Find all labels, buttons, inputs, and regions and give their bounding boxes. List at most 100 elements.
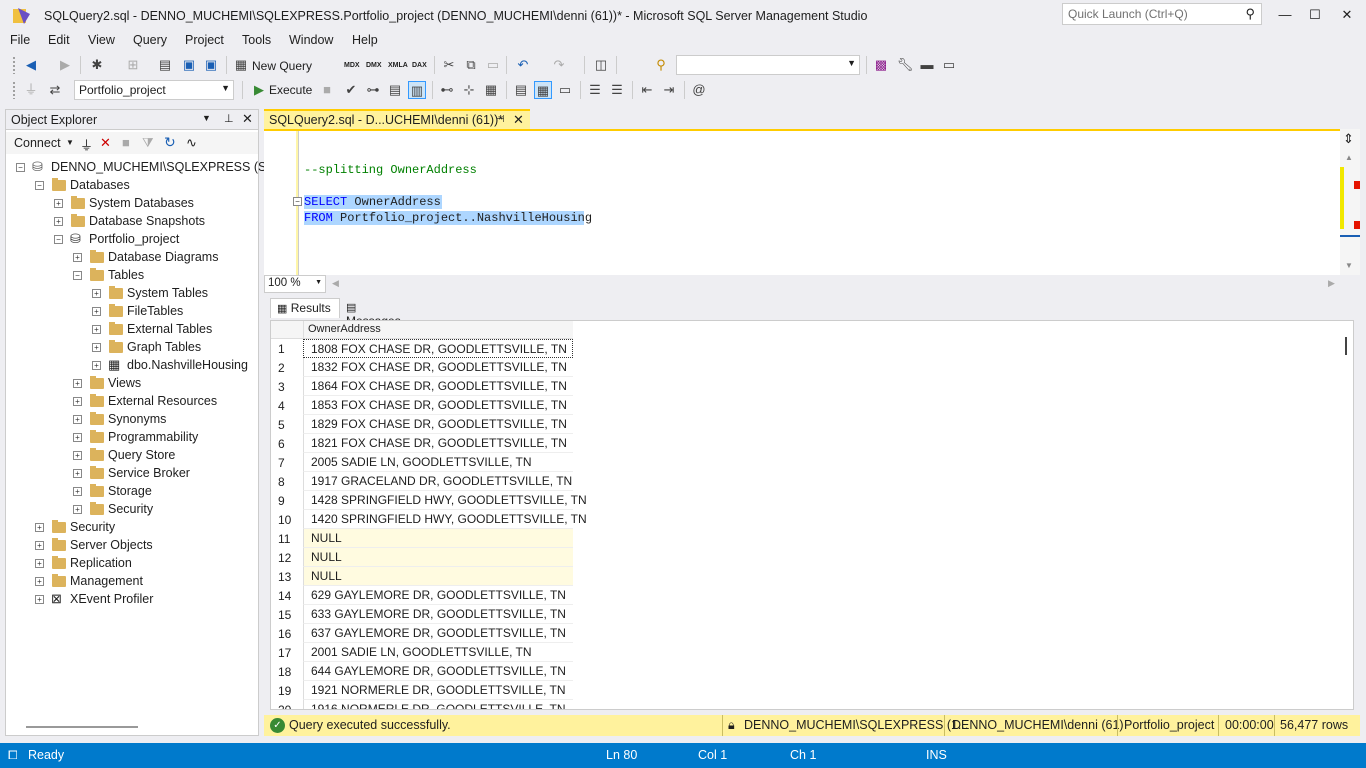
grid-cell-owneraddress[interactable]: 1808 FOX CHASE DR, GOODLETTSVILLE, TN: [303, 339, 573, 358]
find-icon[interactable]: ⚲: [652, 56, 670, 74]
tab-results[interactable]: ▦ Results: [270, 298, 340, 318]
specify-values-icon[interactable]: @: [690, 81, 708, 99]
connect-button[interactable]: Connect: [14, 136, 61, 150]
tree-node-filetables[interactable]: + FileTables: [6, 302, 258, 320]
tree-node-denno-muchemi-sqlexpress-sql[interactable]: − ⛁ DENNO_MUCHEMI\SQLEXPRESS (SQL: [6, 158, 283, 176]
tree-node-tables[interactable]: − Tables: [6, 266, 258, 284]
grid-cell-owneraddress[interactable]: 1829 FOX CHASE DR, GOODLETTSVILLE, TN: [303, 415, 573, 434]
solution-explorer-icon[interactable]: ▩: [872, 56, 890, 74]
mdx-query-button[interactable]: MDX: [344, 62, 360, 69]
grid-cell-owneraddress[interactable]: 644 GAYLEMORE DR, GOODLETTSVILLE, TN: [303, 662, 573, 681]
close-panel-icon[interactable]: ✕: [242, 111, 253, 127]
table-row[interactable]: 5 1829 FOX CHASE DR, GOODLETTSVILLE, TN: [271, 415, 573, 434]
tree-node-query-store[interactable]: + Query Store: [6, 446, 258, 464]
table-row[interactable]: 6 1821 FOX CHASE DR, GOODLETTSVILLE, TN: [271, 434, 573, 453]
cancel-query-icon[interactable]: ■: [318, 81, 336, 99]
grid-cell-owneraddress[interactable]: 1917 GRACELAND DR, GOODLETTSVILLE, TN: [303, 472, 573, 491]
sql-editor[interactable]: --splitting OwnerAddress − SELECT OwnerA…: [264, 129, 1360, 277]
menu-tools[interactable]: Tools: [242, 33, 271, 47]
menu-window[interactable]: Window: [289, 33, 333, 47]
menu-help[interactable]: Help: [352, 33, 378, 47]
filter-icon[interactable]: ⧩: [142, 135, 154, 151]
quick-launch-input[interactable]: Quick Launch (Ctrl+Q) ⚲: [1062, 3, 1262, 25]
grid-vertical-scrollbar-thumb[interactable]: [1345, 337, 1347, 355]
grid-cell-owneraddress[interactable]: 1864 FOX CHASE DR, GOODLETTSVILLE, TN: [303, 377, 573, 396]
expand-icon[interactable]: +: [35, 595, 44, 604]
table-row[interactable]: 14 629 GAYLEMORE DR, GOODLETTSVILLE, TN: [271, 586, 573, 605]
command-window-icon[interactable]: ▭: [940, 56, 958, 74]
properties-wrench-icon[interactable]: 🔧︎: [896, 56, 914, 74]
expand-icon[interactable]: +: [35, 559, 44, 568]
expand-icon[interactable]: +: [92, 343, 101, 352]
table-row[interactable]: 12 NULL: [271, 548, 573, 567]
table-row[interactable]: 11 NULL: [271, 529, 573, 548]
increase-indent-icon[interactable]: ⇥: [660, 81, 678, 99]
collapse-icon[interactable]: −: [16, 163, 25, 172]
copy-icon[interactable]: ⧉: [462, 56, 480, 74]
disconnect-icon[interactable]: ✕: [100, 135, 111, 151]
table-row[interactable]: 8 1917 GRACELAND DR, GOODLETTSVILLE, TN: [271, 472, 573, 491]
execute-button[interactable]: Execute: [269, 83, 312, 97]
tree-node-dbo-nashvillehousing[interactable]: + ▦ dbo.NashvilleHousing: [6, 356, 258, 374]
close-tab-icon[interactable]: ✕: [513, 112, 524, 128]
save-all-icon[interactable]: ▣: [202, 56, 220, 74]
tree-node-portfolio-project[interactable]: − ⛁ Portfolio_project: [6, 230, 258, 248]
actual-plan-icon[interactable]: ⊷: [438, 81, 456, 99]
intellisense-icon[interactable]: ▥: [408, 81, 426, 99]
tab-messages[interactable]: ▤ Messages: [340, 298, 418, 328]
tree-node-security[interactable]: + Security: [6, 518, 258, 536]
expand-icon[interactable]: +: [92, 307, 101, 316]
table-row[interactable]: 9 1428 SPRINGFIELD HWY, GOODLETTSVILLE, T…: [271, 491, 587, 510]
table-row[interactable]: 19 1921 NORMERLE DR, GOODLETTSVILLE, TN: [271, 681, 573, 700]
expand-icon[interactable]: +: [73, 505, 82, 514]
grid-cell-owneraddress[interactable]: 1832 FOX CHASE DR, GOODLETTSVILLE, TN: [303, 358, 573, 377]
grid-cell-owneraddress[interactable]: 637 GAYLEMORE DR, GOODLETTSVILLE, TN: [303, 624, 573, 643]
grid-cell-owneraddress[interactable]: 1916 NORMERLE DR, GOODLETTSVILLE, TN: [303, 700, 573, 709]
dax-query-button[interactable]: DAX: [412, 62, 427, 69]
table-row[interactable]: 16 637 GAYLEMORE DR, GOODLETTSVILLE, TN: [271, 624, 573, 643]
new-query-icon[interactable]: ▦: [232, 56, 250, 74]
grid-cell-owneraddress[interactable]: 1428 SPRINGFIELD HWY, GOODLETTSVILLE, TN: [303, 491, 587, 510]
comment-lines-icon[interactable]: ☰: [586, 81, 604, 99]
collapse-icon[interactable]: −: [73, 271, 82, 280]
forward-icon[interactable]: ▶: [56, 56, 74, 74]
column-header-owneraddress[interactable]: OwnerAddress: [303, 321, 573, 339]
parse-check-icon[interactable]: ✔: [342, 81, 360, 99]
connect-icon[interactable]: ⏚: [22, 81, 40, 99]
table-row[interactable]: 3 1864 FOX CHASE DR, GOODLETTSVILLE, TN: [271, 377, 573, 396]
tree-node-storage[interactable]: + Storage: [6, 482, 258, 500]
grid-cell-owneraddress[interactable]: NULL: [303, 567, 573, 586]
tree-node-database-snapshots[interactable]: + Database Snapshots: [6, 212, 258, 230]
paste-icon[interactable]: ▭: [484, 56, 502, 74]
new-query-button[interactable]: New Query: [252, 59, 312, 73]
tree-node-external-tables[interactable]: + External Tables: [6, 320, 258, 338]
tree-node-databases[interactable]: − Databases: [6, 176, 258, 194]
expand-icon[interactable]: +: [92, 289, 101, 298]
table-row[interactable]: 1 1808 FOX CHASE DR, GOODLETTSVILLE, TN: [271, 339, 573, 358]
expand-icon[interactable]: +: [92, 325, 101, 334]
expand-icon[interactable]: +: [35, 577, 44, 586]
toolbox-icon[interactable]: ▬: [918, 56, 936, 74]
expand-icon[interactable]: +: [35, 541, 44, 550]
grid-cell-owneraddress[interactable]: 1921 NORMERLE DR, GOODLETTSVILLE, TN: [303, 681, 573, 700]
maximize-button[interactable]: ☐: [1300, 4, 1330, 26]
expand-icon[interactable]: +: [73, 469, 82, 478]
tree-node-external-resources[interactable]: + External Resources: [6, 392, 258, 410]
split-editor-icon[interactable]: ⇕: [1343, 131, 1354, 147]
menu-query[interactable]: Query: [133, 33, 167, 47]
collapse-icon[interactable]: −: [54, 235, 63, 244]
grid-cell-owneraddress[interactable]: 633 GAYLEMORE DR, GOODLETTSVILLE, TN: [303, 605, 573, 624]
tree-node-database-diagrams[interactable]: + Database Diagrams: [6, 248, 258, 266]
grid-cell-owneraddress[interactable]: 1853 FOX CHASE DR, GOODLETTSVILLE, TN: [303, 396, 573, 415]
stop-icon[interactable]: ■: [122, 135, 130, 150]
table-row[interactable]: 20 1916 NORMERLE DR, GOODLETTSVILLE, TN: [271, 700, 573, 709]
scroll-down-arrow-icon[interactable]: ▼: [1345, 261, 1353, 270]
pin-tab-icon[interactable]: ⊣: [496, 114, 505, 125]
database-selector[interactable]: Portfolio_project ▼: [74, 80, 234, 100]
activity-monitor-icon[interactable]: ◫: [592, 56, 610, 74]
collapse-region-icon[interactable]: −: [293, 197, 302, 206]
grid-cell-owneraddress[interactable]: NULL: [303, 548, 573, 567]
dmx-query-button[interactable]: DMX: [366, 62, 382, 69]
expand-icon[interactable]: +: [73, 397, 82, 406]
find-combo[interactable]: ▼: [676, 55, 860, 75]
